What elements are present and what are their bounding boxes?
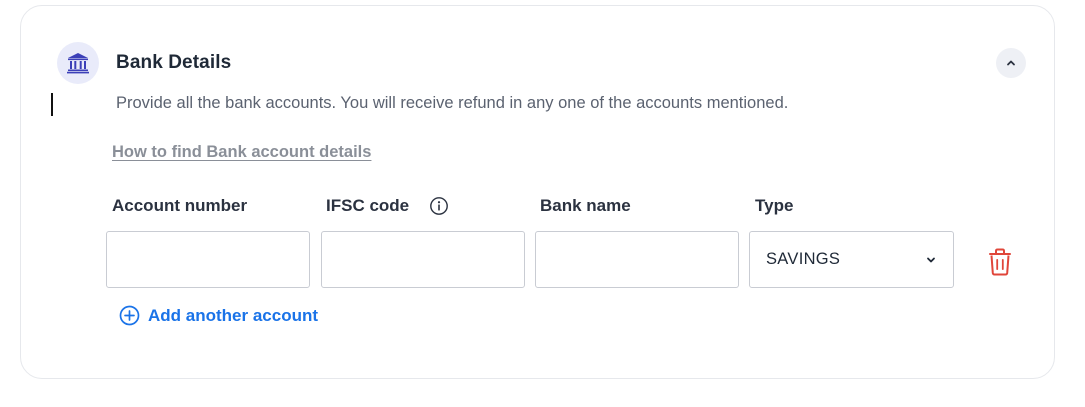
add-account-label: Add another account: [148, 305, 319, 325]
bank-name-input[interactable]: [535, 231, 739, 288]
bank-icon: [57, 42, 99, 84]
ifsc-code-input[interactable]: [321, 231, 525, 288]
info-icon[interactable]: [429, 196, 449, 216]
bank-details-card: Bank Details Provide all the bank accoun…: [20, 5, 1055, 379]
ifsc-code-label: IFSC code: [326, 196, 410, 215]
section-description: Provide all the bank accounts. You will …: [116, 94, 789, 112]
account-type-select[interactable]: SAVINGS: [749, 231, 954, 288]
chevron-up-icon: [1007, 60, 1015, 66]
account-type-value: SAVINGS: [766, 250, 841, 268]
account-number-label: Account number: [112, 196, 248, 215]
section-title: Bank Details: [116, 52, 232, 73]
trash-icon[interactable]: [987, 248, 1013, 276]
text-cursor: [51, 93, 53, 116]
add-account-button[interactable]: Add another account: [119, 305, 318, 326]
plus-circle-icon: [119, 305, 140, 326]
bank-name-label: Bank name: [540, 196, 631, 215]
type-label: Type: [755, 196, 794, 215]
account-number-input[interactable]: [106, 231, 310, 288]
chevron-down-icon: [927, 257, 935, 262]
collapse-button[interactable]: [996, 48, 1026, 78]
help-link[interactable]: How to find Bank account details: [112, 143, 371, 162]
